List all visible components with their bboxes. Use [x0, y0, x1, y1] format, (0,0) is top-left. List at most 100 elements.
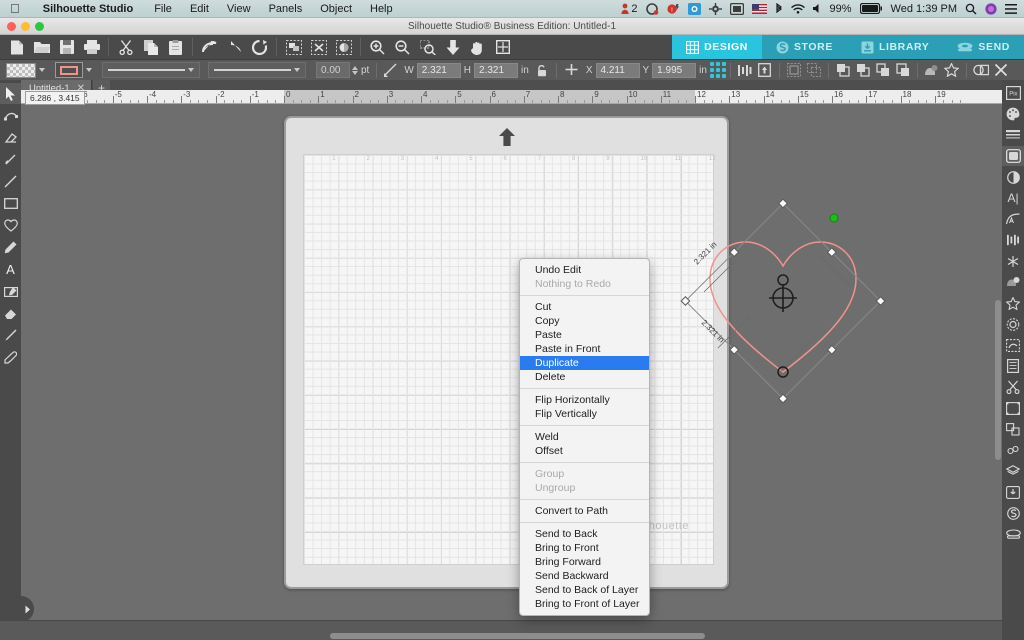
scale-diagonal-icon[interactable] — [381, 61, 401, 79]
fill-pattern-icon[interactable] — [1002, 146, 1024, 166]
context-menu-item-bring-to-front[interactable]: Bring to Front — [520, 541, 649, 555]
menu-edit[interactable]: Edit — [181, 3, 218, 15]
contrast-icon[interactable] — [1002, 167, 1024, 187]
edit-points-icon[interactable] — [0, 105, 21, 126]
menu-file[interactable]: File — [145, 3, 181, 15]
horizontal-scrollbar[interactable] — [330, 633, 705, 639]
nesting-icon[interactable] — [1002, 440, 1024, 460]
cut-settings-icon[interactable] — [1002, 377, 1024, 397]
send-back-icon[interactable] — [893, 61, 913, 79]
rotate-handle-icon[interactable] — [829, 213, 839, 223]
align-panel-icon[interactable] — [1002, 230, 1024, 250]
line-weight-input[interactable]: 0.00 — [316, 62, 350, 78]
refresh-icon[interactable] — [247, 35, 272, 59]
close-icon[interactable] — [991, 61, 1011, 79]
pixscan-icon[interactable]: Pix — [1002, 83, 1024, 103]
menu-app-name[interactable]: Silhouette Studio — [31, 3, 145, 15]
zoom-selection-icon[interactable] — [415, 35, 440, 59]
selected-object-group[interactable]: 2.321 in 2.321 in — [658, 176, 908, 426]
context-menu-item-paste[interactable]: Paste — [520, 328, 649, 342]
select-all-icon[interactable] — [281, 35, 306, 59]
send-panel-icon[interactable] — [1002, 524, 1024, 544]
knife-tool-icon[interactable] — [0, 149, 21, 170]
context-menu-item-copy[interactable]: Copy — [520, 314, 649, 328]
line-style-dropdown[interactable] — [102, 62, 200, 78]
select-arrow-icon[interactable] — [0, 83, 21, 104]
bluetooth-icon[interactable] — [775, 2, 783, 15]
text-style-icon[interactable]: A| — [1002, 188, 1024, 208]
context-menu-item-send-to-back-of-layer[interactable]: Send to Back of Layer — [520, 583, 649, 597]
search-icon[interactable] — [965, 3, 977, 15]
context-menu-item-send-to-back[interactable]: Send to Back — [520, 527, 649, 541]
horizontal-ruler[interactable]: -6-5-4-3-2-10123456789101112131415161718… — [0, 90, 1024, 104]
anchor-grid-icon[interactable] — [709, 62, 726, 78]
volume-icon[interactable] — [812, 3, 822, 14]
context-menu[interactable]: Undo Edit Nothing to Redo Cut Copy Paste Past… — [519, 258, 650, 616]
x-input[interactable]: 4.211 — [595, 62, 640, 78]
context-menu-item-weld[interactable]: Weld — [520, 430, 649, 444]
group-icon[interactable] — [784, 61, 804, 79]
heart-shape-icon[interactable] — [0, 215, 21, 236]
line-thickness-dropdown[interactable] — [208, 62, 306, 78]
shadow-icon[interactable] — [922, 61, 942, 79]
zoom-button[interactable] — [35, 22, 44, 31]
flag-icon[interactable] — [751, 3, 767, 14]
store-panel-icon[interactable] — [1002, 503, 1024, 523]
align-icon[interactable] — [735, 61, 755, 79]
tab-store[interactable]: STORE — [761, 35, 847, 59]
battery-icon[interactable] — [859, 3, 883, 14]
deselect-all-icon[interactable] — [306, 35, 331, 59]
siri-icon[interactable] — [985, 2, 997, 15]
context-menu-item-convert-to-path[interactable]: Convert to Path — [520, 504, 649, 518]
line-color-dropdown-icon[interactable] — [86, 68, 92, 72]
pencil-tool-icon[interactable] — [0, 237, 21, 258]
eyedropper-icon[interactable] — [0, 347, 21, 368]
eraser-icon[interactable] — [0, 303, 21, 324]
open-document-icon[interactable] — [29, 35, 54, 59]
close-button[interactable] — [7, 22, 16, 31]
display-icon[interactable] — [729, 2, 744, 15]
move-position-icon[interactable] — [561, 61, 583, 79]
fill-color-dropdown-icon[interactable] — [39, 68, 45, 72]
eraser-tool-icon[interactable] — [0, 127, 21, 148]
minimize-button[interactable] — [21, 22, 30, 31]
library-panel-icon[interactable] — [1002, 482, 1024, 502]
select-by-color-icon[interactable] — [331, 35, 356, 59]
paste-icon[interactable] — [163, 35, 188, 59]
apple-icon[interactable]:  — [0, 2, 31, 15]
new-document-icon[interactable] — [4, 35, 29, 59]
shadow-panel-icon[interactable] — [1002, 272, 1024, 292]
context-menu-item-delete[interactable]: Delete — [520, 370, 649, 384]
effects-icon[interactable] — [942, 61, 962, 79]
layers-icon[interactable] — [1002, 461, 1024, 481]
knife-icon[interactable] — [0, 325, 21, 346]
redo-icon[interactable] — [222, 35, 247, 59]
y-input[interactable]: 1.995 — [652, 62, 697, 78]
star-panel-icon[interactable] — [1002, 293, 1024, 313]
color-palette-icon[interactable] — [1002, 104, 1024, 124]
mat-grid[interactable]: silhouette 1 2 3 4 5 6 7 8 9 10 11 12 — [303, 154, 716, 565]
ungroup-icon[interactable] — [804, 61, 824, 79]
user-icon[interactable]: 2 — [621, 3, 638, 15]
height-input[interactable]: 2.321 — [474, 62, 519, 78]
tab-design[interactable]: DESIGN — [672, 35, 762, 59]
context-menu-item-bring-to-front-of-layer[interactable]: Bring to Front of Layer — [520, 597, 649, 611]
zoom-in-icon[interactable] — [365, 35, 390, 59]
note-tool-icon[interactable] — [0, 281, 21, 302]
cut-icon[interactable] — [113, 35, 138, 59]
vertical-scrollbar[interactable] — [995, 300, 1001, 460]
tab-send[interactable]: SEND — [943, 35, 1024, 59]
offset-panel-icon[interactable] — [1002, 314, 1024, 334]
context-menu-item-flip-horizontally[interactable]: Flip Horizontally — [520, 393, 649, 407]
bring-forward-icon[interactable] — [853, 61, 873, 79]
send-backward-icon[interactable] — [873, 61, 893, 79]
menu-view[interactable]: View — [218, 3, 260, 15]
undo-icon[interactable] — [197, 35, 222, 59]
design-canvas[interactable]: silhouette 1 2 3 4 5 6 7 8 9 10 11 12 2.… — [21, 104, 1002, 620]
sketch-icon[interactable] — [1002, 251, 1024, 271]
cutting-mat[interactable]: silhouette 1 2 3 4 5 6 7 8 9 10 11 12 2.… — [284, 116, 886, 589]
context-menu-item-paste-in-front[interactable]: Paste in Front — [520, 342, 649, 356]
text-tool-icon[interactable]: A — [0, 259, 21, 280]
notification-center-icon[interactable] — [1005, 3, 1017, 14]
line-color-swatch[interactable] — [55, 62, 83, 78]
